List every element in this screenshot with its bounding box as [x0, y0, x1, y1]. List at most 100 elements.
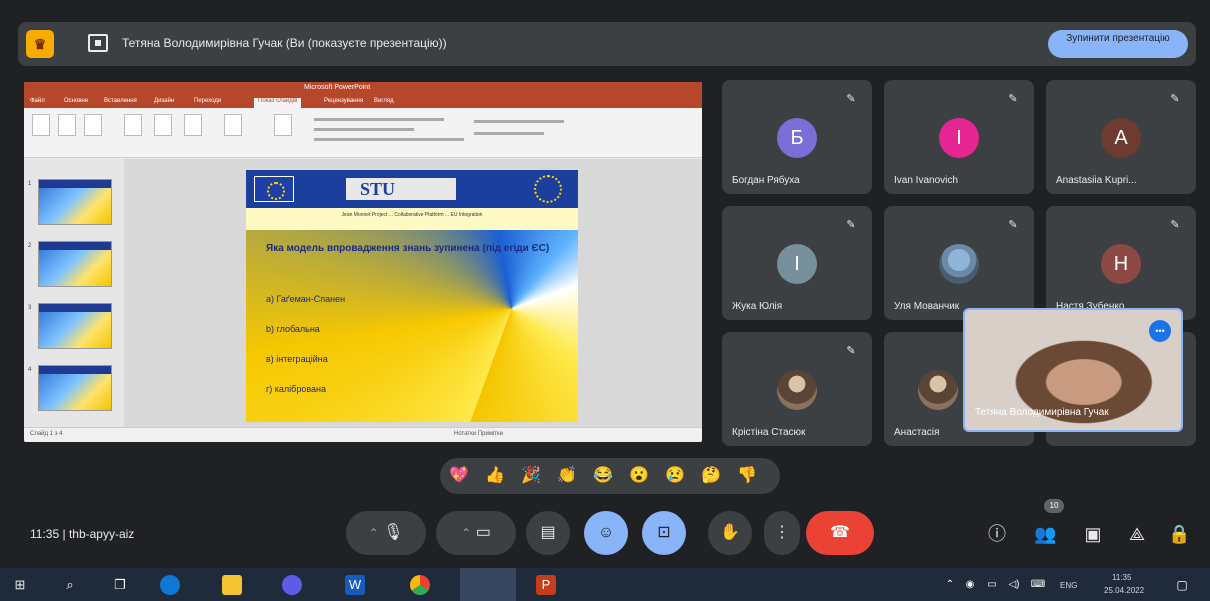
activities-icon[interactable]: ⟁	[1126, 523, 1148, 545]
hangup-button[interactable]: ☎	[806, 511, 874, 555]
stars-circle-icon	[534, 175, 562, 203]
surprised-icon[interactable]: 😮	[628, 465, 650, 487]
meeting-time: 11:35	[30, 527, 60, 541]
participant-tile[interactable]: ✎ Крістіна Стасюк	[722, 332, 872, 446]
network-icon[interactable]: ◉	[960, 575, 980, 595]
mic-icon: 🎙	[383, 524, 404, 541]
ppt-tab-active: Показ слайдів	[254, 98, 302, 108]
slide-subtitle: Jean Monnet Project ... Collaborative Pl…	[246, 208, 578, 230]
reactions-bar: 💖 👍 🎉 👏 😂 😮 😢 🤔 👎	[440, 458, 780, 494]
sad-icon[interactable]: 😢	[664, 465, 686, 487]
search-icon[interactable]: ⌕	[60, 575, 80, 595]
slide-option: b) глобальна	[266, 324, 320, 334]
present-icon: ⊡	[657, 524, 671, 541]
ppt-tab: Переходи	[194, 98, 222, 104]
chevron-up-icon: ⌃	[368, 526, 379, 540]
slide-header: STU	[246, 170, 578, 208]
raise-hand-button[interactable]: ✋	[708, 511, 752, 555]
thinking-icon[interactable]: 🤔	[700, 465, 722, 487]
ppt-tab: Основне	[64, 98, 89, 104]
language-indicator[interactable]: ENG	[1060, 581, 1077, 590]
viber-icon[interactable]	[282, 575, 302, 595]
chat-icon[interactable]: ▣	[1082, 523, 1104, 545]
clock-time[interactable]: 11:35	[1112, 573, 1131, 582]
status-left: Слайд 1 з 4	[30, 431, 63, 437]
self-view-tile[interactable]: ••• Тетяна Володимирівна Гучак	[963, 308, 1183, 432]
participant-tile[interactable]: ✎ Уля Мованчик	[884, 206, 1034, 320]
participant-tile[interactable]: ✎ Б Богдан Рябуха	[722, 80, 872, 194]
slide-thumbnail	[38, 303, 112, 349]
participant-name: Уля Мованчик	[894, 301, 960, 312]
avatar-photo	[777, 370, 817, 410]
avatar-photo	[918, 370, 958, 410]
battery-icon[interactable]: ▭	[982, 575, 1002, 595]
participant-name: Жука Юлія	[732, 301, 783, 312]
present-button[interactable]: ⊡	[642, 511, 686, 555]
participant-tile[interactable]: ✎ I Ivan Ivanovich	[884, 80, 1034, 194]
ppt-tab: Вставлення	[104, 98, 137, 104]
host-controls-icon[interactable]: 🔒	[1168, 523, 1190, 545]
more-options-button[interactable]: ⋮	[764, 511, 800, 555]
participants-icon[interactable]: 👥	[1034, 523, 1056, 545]
slide-thumbnail	[38, 241, 112, 287]
stu-logo: STU	[346, 178, 456, 200]
volume-icon[interactable]: ◁)	[1004, 575, 1024, 595]
ppt-tab: Дизайн	[154, 98, 175, 104]
mic-button[interactable]: ⌃ 🎙	[346, 511, 426, 555]
edge-icon[interactable]	[160, 575, 180, 595]
chevron-up-icon[interactable]: ⌃	[940, 575, 960, 595]
captions-button[interactable]: ▤	[526, 511, 570, 555]
stop-presenting-button[interactable]: Зупинити презентацію	[1048, 30, 1188, 58]
mic-off-icon: ✎	[846, 345, 856, 357]
camera-button[interactable]: ⌃ ▭	[436, 511, 516, 555]
sparkling-heart-icon[interactable]: 💖	[448, 465, 470, 487]
thumbs-up-icon[interactable]: 👍	[484, 465, 506, 487]
mic-off-icon: ✎	[846, 93, 856, 105]
slide-option: в) інтеграційна	[266, 354, 328, 364]
clock-date[interactable]: 25.04.2022	[1104, 586, 1144, 595]
meet-taskbar-item[interactable]	[460, 568, 516, 601]
chrome-icon[interactable]	[410, 575, 430, 595]
self-name: Тетяна Володимирівна Гучак	[975, 407, 1109, 418]
slide-question: Яка модель впровадження знань зупинена (…	[266, 243, 550, 254]
laughing-icon[interactable]: 😂	[592, 465, 614, 487]
clapping-icon[interactable]: 👏	[556, 465, 578, 487]
shared-screen: Microsoft PowerPoint Файл Основне Вставл…	[24, 82, 702, 442]
thumbs-down-icon[interactable]: 👎	[736, 465, 758, 487]
ppt-statusbar: Слайд 1 з 4 Нотатки Примітки	[24, 427, 702, 442]
current-slide: STU Jean Monnet Project ... Collaborativ…	[246, 170, 578, 422]
file-explorer-icon[interactable]	[222, 575, 242, 595]
participant-tile[interactable]: ✎ Н Настя Зубенко	[1046, 206, 1196, 320]
ppt-tab: Файл	[30, 98, 45, 104]
party-popper-icon[interactable]: 🎉	[520, 465, 542, 487]
ribbon-button	[58, 114, 76, 136]
avatar: A	[1101, 118, 1141, 158]
avatar: Б	[777, 118, 817, 158]
word-icon[interactable]: W	[345, 575, 365, 595]
participant-name: Анастасія	[894, 427, 940, 438]
ribbon-button	[184, 114, 202, 136]
participant-tile[interactable]: ✎ I Жука Юлія	[722, 206, 872, 320]
presenter-text: Тетяна Володимирівна Гучак (Ви (показуєт…	[122, 36, 447, 50]
participant-tile[interactable]: ✎ A Anastasiia Kupri...	[1046, 80, 1196, 194]
avatar-photo	[939, 244, 979, 284]
avatar: Н	[1101, 244, 1141, 284]
thumb-number: 4	[28, 367, 32, 373]
meet-logo-icon: ♛	[26, 30, 54, 58]
notifications-icon[interactable]: ▢	[1172, 575, 1192, 595]
ribbon-option	[474, 132, 544, 135]
ppt-title: Microsoft PowerPoint	[304, 84, 371, 91]
emoji-icon: ☺	[597, 524, 615, 541]
keyboard-icon[interactable]: ⌨	[1028, 575, 1048, 595]
info-icon[interactable]: ⓘ	[986, 523, 1008, 545]
emoji-button[interactable]: ☺	[584, 511, 628, 555]
mic-off-icon: ✎	[1008, 219, 1018, 231]
thumb-number: 2	[28, 243, 32, 249]
task-view-icon[interactable]: ❐	[110, 575, 130, 595]
ribbon-option	[474, 120, 564, 123]
participant-name: Богдан Рябуха	[732, 175, 800, 186]
ribbon-button	[32, 114, 50, 136]
windows-start-icon[interactable]: ⊞	[10, 575, 30, 595]
powerpoint-icon[interactable]: P	[536, 575, 556, 595]
participant-name: Ivan Ivanovich	[894, 175, 958, 186]
